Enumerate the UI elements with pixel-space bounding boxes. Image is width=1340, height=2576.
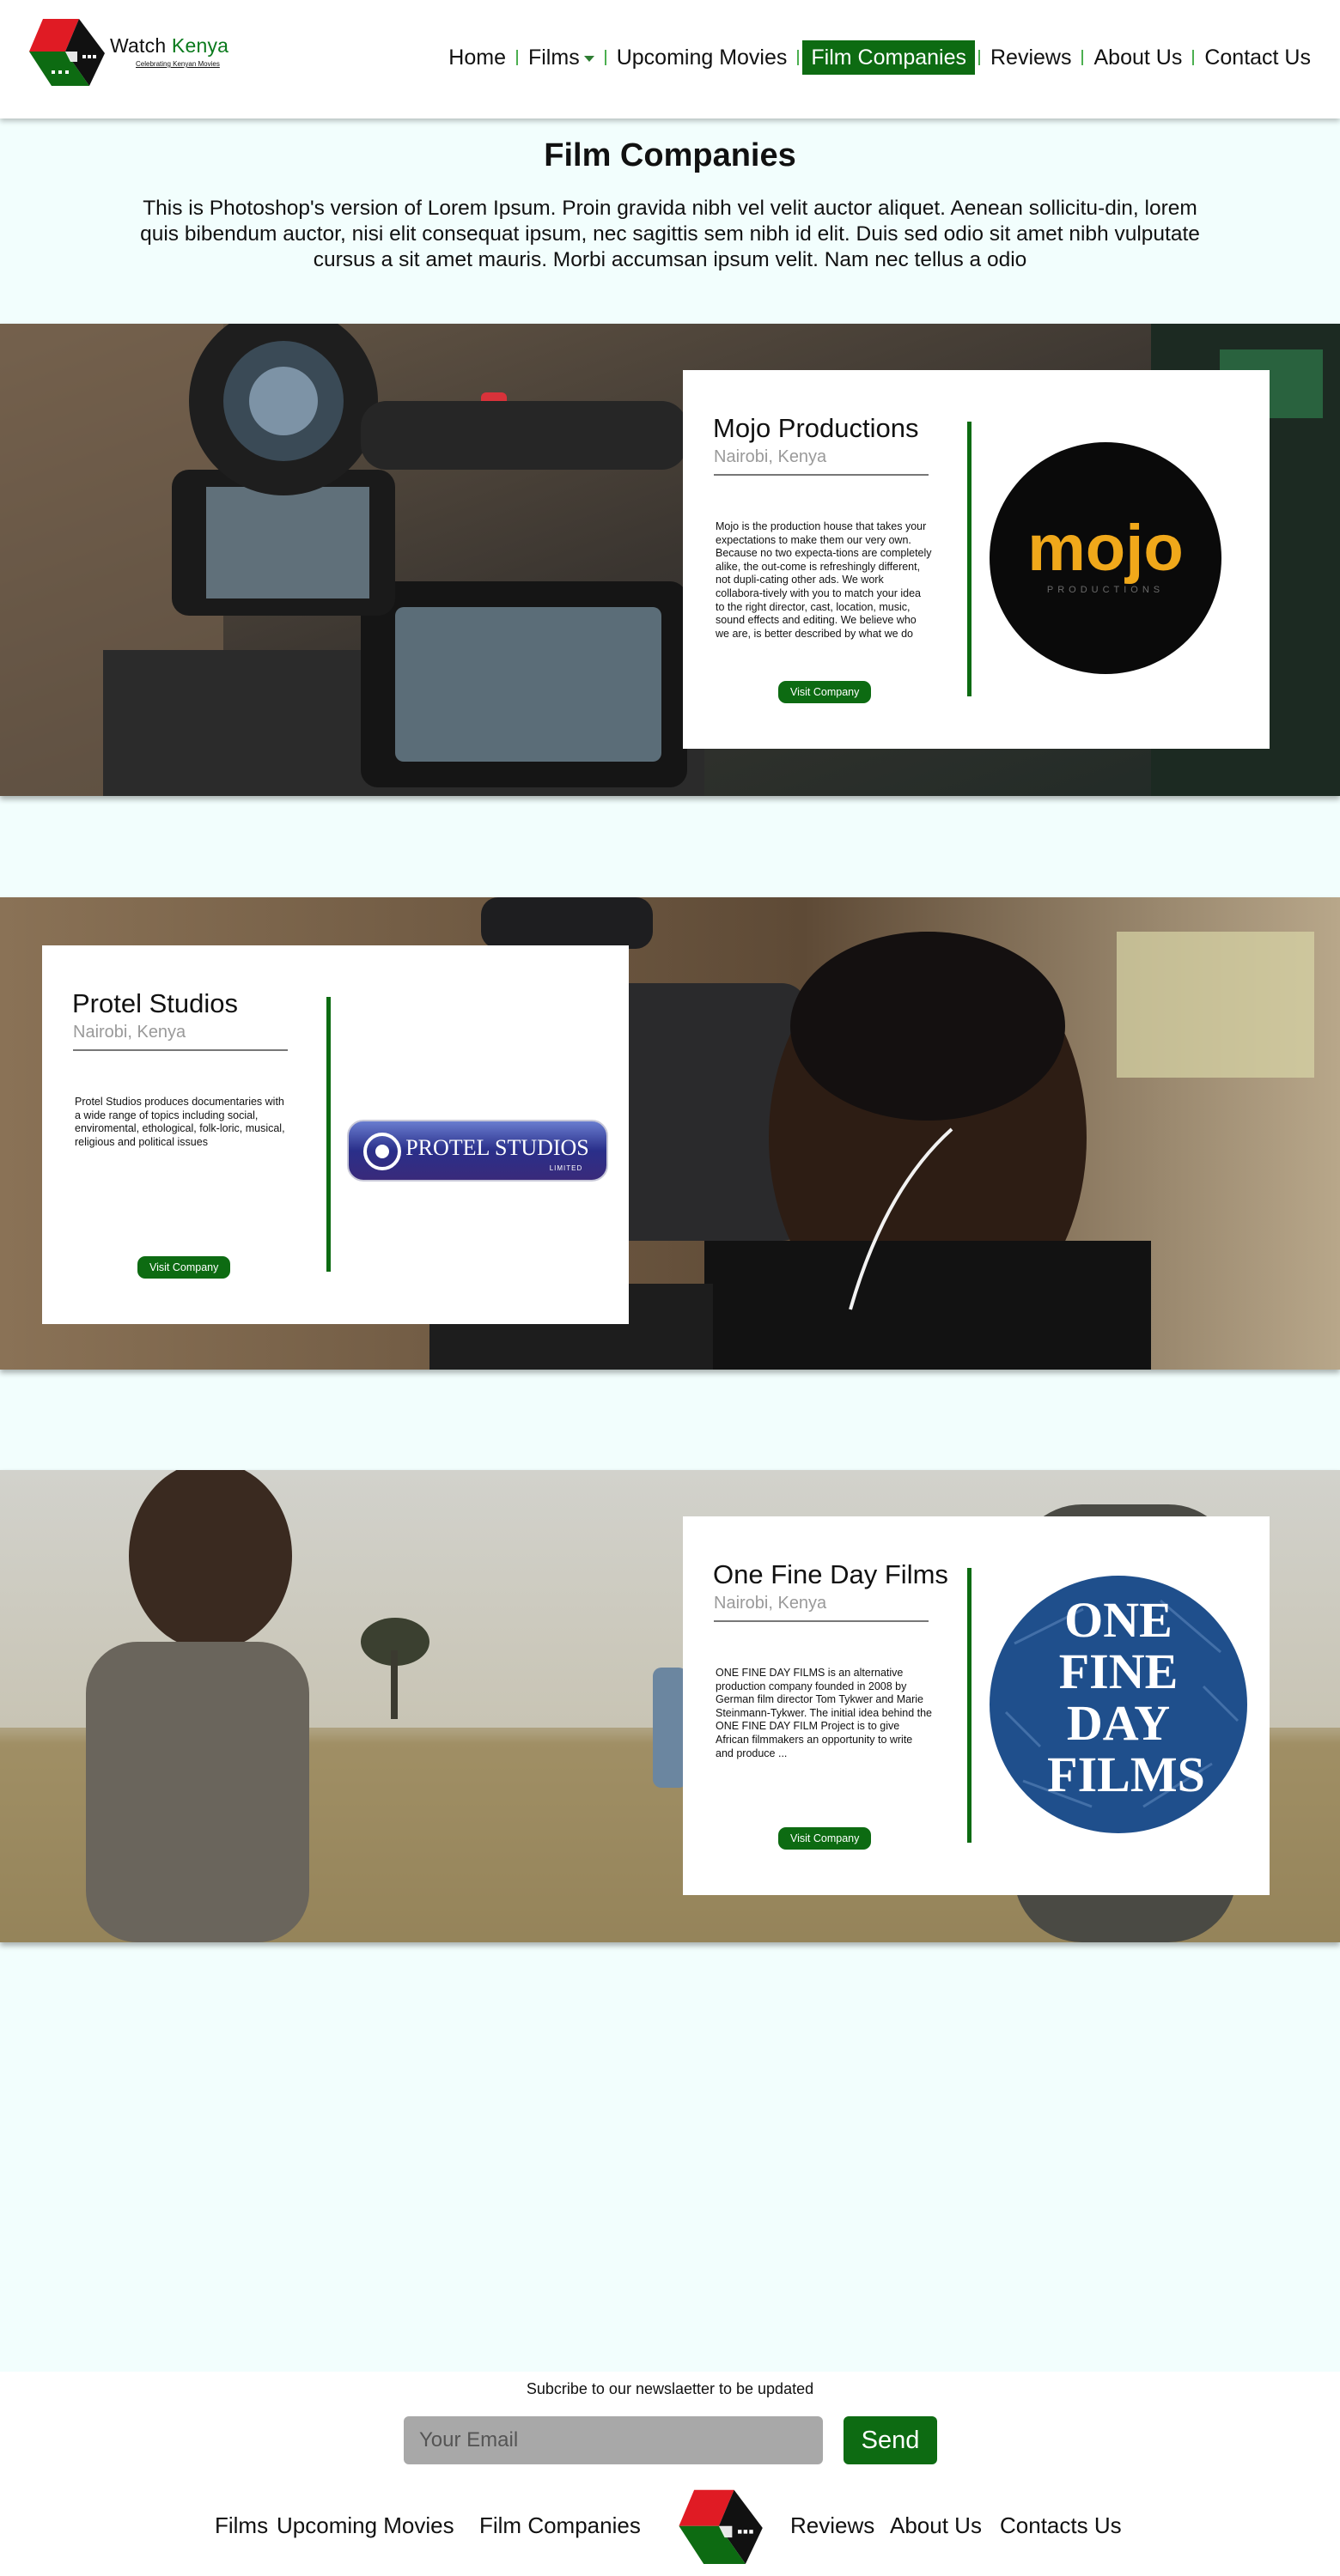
- nav-item-reviews[interactable]: Reviews: [984, 40, 1078, 75]
- divider: [714, 474, 929, 476]
- logo-line-4: FILMS: [1047, 1747, 1205, 1802]
- company-band-protel: Protel Studios Nairobi, Kenya Protel Stu…: [0, 897, 1340, 1370]
- newsletter-send-button[interactable]: Send: [844, 2416, 937, 2464]
- brand-name-first: Watch: [110, 34, 172, 57]
- divider: [714, 1620, 929, 1622]
- company-card: One Fine Day Films Nairobi, Kenya ONE FI…: [683, 1516, 1270, 1895]
- page-intro: This is Photoshop's version of Lorem Ips…: [140, 197, 1200, 271]
- nav-item-upcoming-movies[interactable]: Upcoming Movies: [610, 40, 795, 75]
- page-title: Film Companies: [544, 137, 796, 173]
- footer-logo-cube-icon[interactable]: [675, 2487, 764, 2569]
- newsletter-email-input[interactable]: [404, 2416, 823, 2464]
- newsletter-label: Subcribe to our newslaetter to be update…: [526, 2380, 814, 2397]
- nav-item-about-us[interactable]: About Us: [1087, 40, 1189, 75]
- company-card: Mojo Productions Nairobi, Kenya Mojo is …: [683, 370, 1270, 749]
- protel-logo[interactable]: PROTEL STUDIOS LIMITED: [346, 1117, 609, 1186]
- divider: [73, 1049, 288, 1051]
- nav-item-film-companies[interactable]: Film Companies: [802, 40, 975, 75]
- mojo-logo-subtext: PRODUCTIONS: [1047, 585, 1164, 595]
- nav-divider: [515, 50, 518, 65]
- visit-company-button[interactable]: Visit Company: [778, 1827, 872, 1850]
- nav-divider: [1081, 50, 1084, 65]
- main-nav: Home Films Upcoming Movies Film Companie…: [442, 39, 1318, 76]
- protel-logo-text: PROTEL STUDIOS: [405, 1135, 589, 1160]
- company-card: Protel Studios Nairobi, Kenya Protel Stu…: [42, 945, 629, 1324]
- site-header: Watch Kenya Celebrating Kenyan Movies Ho…: [0, 0, 1340, 118]
- company-band-mojo: Mojo Productions Nairobi, Kenya Mojo is …: [0, 324, 1340, 796]
- vertical-divider: [967, 422, 971, 696]
- nav-item-home[interactable]: Home: [442, 40, 513, 75]
- logo-line-2: FINE: [1059, 1643, 1179, 1699]
- mojo-logo[interactable]: mojo PRODUCTIONS: [989, 441, 1222, 675]
- vertical-divider: [326, 997, 331, 1272]
- company-description: ONE FINE DAY FILMS is an alternative pro…: [716, 1667, 933, 1759]
- company-location: Nairobi, Kenya: [714, 447, 827, 466]
- visit-company-button[interactable]: Visit Company: [137, 1256, 231, 1279]
- company-name: Mojo Productions: [713, 413, 919, 443]
- visit-company-button[interactable]: Visit Company: [778, 681, 872, 703]
- company-location: Nairobi, Kenya: [714, 1594, 827, 1613]
- logo-line-1: ONE: [1064, 1592, 1172, 1648]
- brand-logo[interactable]: Watch Kenya Celebrating Kenyan Movies: [26, 17, 241, 89]
- logo-cube-icon: [29, 19, 105, 86]
- footer-link-about-us[interactable]: About Us: [890, 2512, 982, 2539]
- company-description: Protel Studios produces documentaries wi…: [75, 1096, 285, 1148]
- company-name: One Fine Day Films: [713, 1559, 948, 1589]
- footer-link-film-companies[interactable]: Film Companies: [479, 2512, 641, 2539]
- chevron-down-icon: [583, 55, 594, 62]
- footer-link-films[interactable]: Films: [215, 2512, 268, 2539]
- footer-link-upcoming-movies[interactable]: Upcoming Movies: [277, 2512, 454, 2539]
- site-footer: Subcribe to our newslaetter to be update…: [0, 2372, 1340, 2576]
- nav-divider: [978, 50, 980, 65]
- company-description: Mojo is the production house that takes …: [716, 520, 932, 640]
- footer-link-contacts-us[interactable]: Contacts Us: [1000, 2512, 1122, 2539]
- nav-item-films-label: Films: [527, 46, 580, 70]
- brand-name: Watch Kenya: [110, 34, 228, 58]
- nav-item-contact-us[interactable]: Contact Us: [1197, 40, 1318, 75]
- footer-link-reviews[interactable]: Reviews: [790, 2512, 874, 2539]
- one-fine-day-logo[interactable]: ONE FINE DAY FILMS: [989, 1575, 1248, 1834]
- mojo-logo-text: mojo: [1027, 512, 1184, 585]
- nav-divider: [1192, 50, 1195, 65]
- nav-divider: [604, 50, 606, 65]
- company-band-one-fine-day: One Fine Day Films Nairobi, Kenya ONE FI…: [0, 1470, 1340, 1942]
- logo-line-3: DAY: [1067, 1695, 1170, 1751]
- company-location: Nairobi, Kenya: [73, 1023, 186, 1042]
- nav-divider: [797, 50, 800, 65]
- brand-tagline: Celebrating Kenyan Movies: [136, 60, 220, 68]
- brand-name-second: Kenya: [171, 34, 229, 57]
- vertical-divider: [967, 1568, 971, 1843]
- company-name: Protel Studios: [72, 988, 238, 1018]
- protel-logo-subtext: LIMITED: [550, 1164, 583, 1172]
- nav-item-films[interactable]: Films: [521, 40, 601, 75]
